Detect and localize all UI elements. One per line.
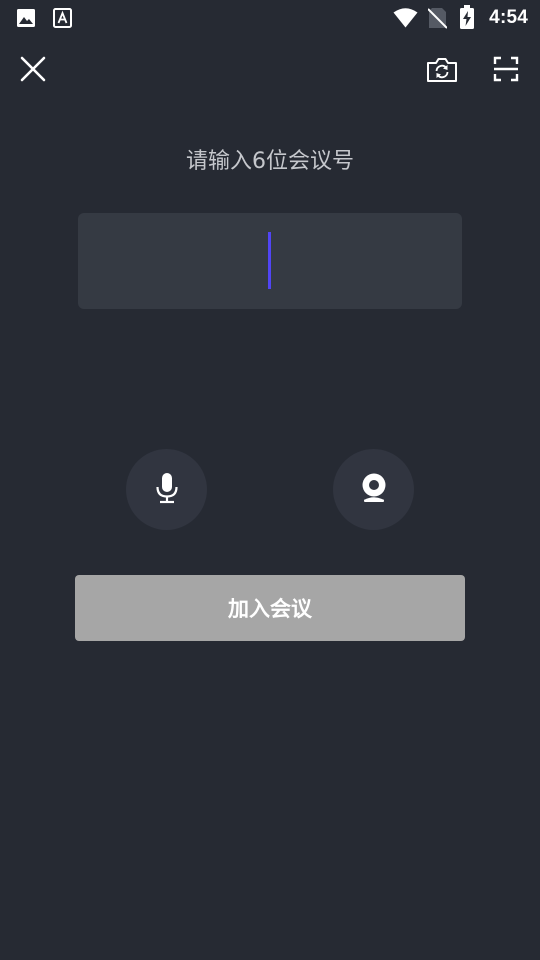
text-notification-icon: [53, 8, 72, 32]
camera-switch-icon: [426, 57, 458, 87]
no-sim-icon: [427, 7, 448, 33]
microphone-toggle-button[interactable]: [126, 449, 207, 530]
close-button[interactable]: [11, 49, 55, 93]
scan-button[interactable]: [484, 49, 528, 93]
webcam-icon: [360, 473, 388, 507]
switch-camera-button[interactable]: [420, 50, 464, 94]
gallery-notification-icon: [16, 8, 36, 32]
status-bar: 4:54: [0, 0, 540, 36]
join-meeting-button[interactable]: 加入会议: [75, 575, 465, 641]
scan-icon: [493, 56, 519, 86]
status-time: 4:54: [489, 7, 528, 28]
microphone-icon: [154, 472, 180, 508]
close-icon: [20, 56, 46, 86]
wifi-icon: [393, 8, 418, 32]
camera-toggle-button[interactable]: [333, 449, 414, 530]
meeting-code-input[interactable]: [78, 213, 462, 309]
battery-charging-icon: [459, 5, 475, 34]
meeting-code-prompt: 请输入6位会议号: [186, 149, 354, 174]
text-caret: [268, 232, 271, 289]
